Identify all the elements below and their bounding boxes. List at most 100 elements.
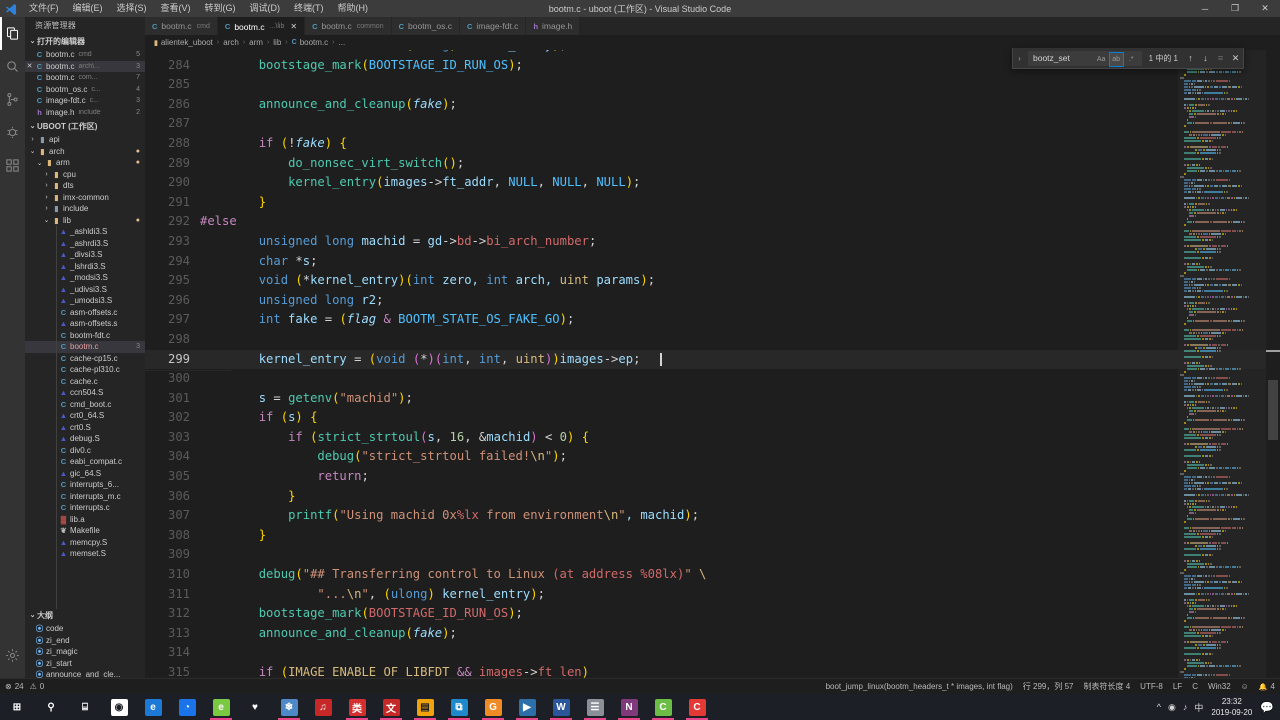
c-app-green[interactable]: C	[646, 694, 680, 720]
outline-item[interactable]: ⦿ zi_end	[25, 635, 145, 647]
minimap[interactable]	[1178, 50, 1266, 678]
word-app[interactable]: W	[544, 694, 578, 720]
code-line[interactable]: 315 if (IMAGE_ENABLE_OF_LIBFDT && images…	[145, 663, 1280, 678]
tree-file-item[interactable]: ▲ asm-offsets.s	[25, 318, 145, 330]
open-editor-item[interactable]: Cbootm.c com... 7	[25, 72, 145, 84]
match-case-icon[interactable]: Aa	[1095, 53, 1108, 66]
code-line[interactable]: 287	[145, 114, 1280, 134]
tree-file-item[interactable]: ▲ _lshrdi3.S	[25, 261, 145, 273]
code-line[interactable]: 307 printf("Using machid 0x%lx from envi…	[145, 506, 1280, 526]
status-cursor-position[interactable]: 行 299，列 57	[1018, 679, 1079, 695]
breadcrumb-segment[interactable]: arm	[249, 38, 263, 47]
netease-music[interactable]: ♫	[306, 694, 340, 720]
explorer-icon[interactable]	[0, 17, 25, 50]
code-line[interactable]: 309	[145, 545, 1280, 565]
tree-folder-item[interactable]: › ▮ cpu	[25, 169, 145, 181]
tree-file-item[interactable]: ▲ debug.S	[25, 433, 145, 445]
breadcrumb-segment[interactable]: lib	[273, 38, 281, 47]
find-previous-button[interactable]: ↑	[1183, 51, 1198, 66]
app-red[interactable]: 类	[340, 694, 374, 720]
menu-selection[interactable]: 选择(S)	[110, 0, 154, 17]
section-outline[interactable]: ⌄ 大纲	[25, 609, 145, 623]
network-icon[interactable]: ◉	[1168, 702, 1176, 713]
menu-view[interactable]: 查看(V)	[154, 0, 198, 17]
editor-tab[interactable]: Cbootm_os.c	[391, 17, 460, 35]
tree-file-item[interactable]: ▲ crt0.S	[25, 422, 145, 434]
editor-tab[interactable]: h image.h	[526, 17, 581, 35]
code-line[interactable]: 299 kernel_entry = (void (*)(int, int, u…	[145, 349, 1280, 371]
notes-app[interactable]: ☰	[578, 694, 612, 720]
source-control-icon[interactable]	[0, 83, 25, 116]
twisty-icon[interactable]: ⌄	[28, 147, 37, 155]
input-method-icon[interactable]: 中	[1194, 701, 1203, 714]
breadcrumb-segment[interactable]: Cbootm.c	[292, 38, 329, 47]
volume-icon[interactable]: ♪	[1183, 702, 1188, 712]
taskbar-clock[interactable]: 23:32 2019-09-20	[1211, 696, 1252, 718]
tree-folder-item[interactable]: › ▮ api	[25, 134, 145, 146]
close-icon[interactable]: ✕	[25, 62, 34, 70]
code-line[interactable]: 286 announce_and_cleanup(fake);	[145, 95, 1280, 115]
settings-gear-icon[interactable]	[0, 639, 25, 672]
toggle-replace-icon[interactable]: ›	[1013, 54, 1026, 63]
tree-file-item[interactable]: ▲ _umodsi3.S	[25, 295, 145, 307]
menu-terminal[interactable]: 终端(T)	[287, 0, 331, 17]
code-line[interactable]: 288 if (!fake) {	[145, 134, 1280, 154]
status-platform[interactable]: Win32	[1203, 679, 1236, 695]
tree-file-item[interactable]: ▲ crt0_64.S	[25, 410, 145, 422]
outline-item[interactable]: ⦿ zi_start	[25, 658, 145, 670]
tree-file-item[interactable]: Ccache-cp15.c	[25, 353, 145, 365]
find-input[interactable]: bootz_set Aa ab .*	[1028, 50, 1142, 67]
tree-file-item[interactable]: Cbootm-fdt.c	[25, 330, 145, 342]
twisty-icon[interactable]: ›	[42, 205, 51, 212]
code-line[interactable]: 289 do_nonsec_virt_switch();	[145, 154, 1280, 174]
status-notifications[interactable]: 🔔 4	[1254, 679, 1280, 695]
code-line[interactable]: 301 s = getenv("machid");	[145, 389, 1280, 409]
tree-file-item[interactable]: Cinterrupts_6...	[25, 479, 145, 491]
tree-file-item[interactable]: Cbootm.c 3	[25, 341, 145, 353]
code-line[interactable]: 293 unsigned long machid = gd->bd->bi_ar…	[145, 232, 1280, 252]
tree-file-item[interactable]: ▲ _ashldi3.S	[25, 226, 145, 238]
tree-folder-item[interactable]: ⌄ ▮ arm ●	[25, 157, 145, 169]
minimize-button[interactable]: ─	[1190, 0, 1220, 17]
camera-app[interactable]: ◉	[102, 694, 136, 720]
code-line[interactable]: 312 bootstage_mark(BOOTSTAGE_ID_RUN_OS);	[145, 604, 1280, 624]
outline-item[interactable]: ⦿ code	[25, 623, 145, 635]
code-line[interactable]: 313 announce_and_cleanup(fake);	[145, 624, 1280, 644]
code-line[interactable]: 305 return;	[145, 467, 1280, 487]
regex-icon[interactable]: .*	[1125, 53, 1138, 66]
copy-app[interactable]: ⧉	[442, 694, 476, 720]
chevron-up-icon[interactable]: ^	[1157, 702, 1161, 712]
search-icon[interactable]	[0, 50, 25, 83]
open-editor-item[interactable]: Cbootm_os.c c... 4	[25, 84, 145, 96]
scrollbar-thumb[interactable]	[1268, 380, 1278, 440]
tree-file-item[interactable]: Cdiv0.c	[25, 445, 145, 457]
tree-file-item[interactable]: ▲ memset.S	[25, 548, 145, 560]
section-workspace[interactable]: ⌄ UBOOT (工作区)	[25, 120, 145, 134]
ee-browser[interactable]: e	[204, 694, 238, 720]
tree-file-item[interactable]: Ccmd_boot.c	[25, 399, 145, 411]
twisty-icon[interactable]: ⌄	[35, 159, 44, 167]
code-line[interactable]: 308 }	[145, 526, 1280, 546]
qq-messenger[interactable]: ♥	[238, 694, 272, 720]
tree-folder-item[interactable]: › ▮ dts	[25, 180, 145, 192]
code-line[interactable]: 310 debug("## Transferring control to Li…	[145, 565, 1280, 585]
tree-folder-item[interactable]: › ▮ include	[25, 203, 145, 215]
tree-file-item[interactable]: Ccache.c	[25, 376, 145, 388]
notification-center-icon[interactable]: 💬	[1260, 701, 1274, 714]
status-eol[interactable]: LF	[1168, 679, 1187, 695]
vscode-app[interactable]: ▶	[510, 694, 544, 720]
wps-app[interactable]: 文	[374, 694, 408, 720]
find-in-selection-button[interactable]: ≡	[1213, 51, 1228, 66]
twisty-icon[interactable]: ⌄	[42, 216, 51, 224]
tree-folder-item[interactable]: ⌄ ▮ lib ●	[25, 215, 145, 227]
code-line[interactable]: 294 char *s;	[145, 252, 1280, 272]
tree-file-item[interactable]: ▲ _modsi3.S	[25, 272, 145, 284]
code-line[interactable]: 314	[145, 643, 1280, 663]
maximize-button[interactable]: ❐	[1220, 0, 1250, 17]
outline-item[interactable]: ⦿ announce_and_cle...	[25, 669, 145, 678]
outline-item[interactable]: ⦿ zi_magic	[25, 646, 145, 658]
tree-file-item[interactable]: ▲ _ashrdi3.S	[25, 238, 145, 250]
status-encoding[interactable]: UTF-8	[1135, 679, 1168, 695]
status-feedback-smiley-icon[interactable]: ☺	[1236, 679, 1254, 695]
code-line[interactable]: 297 int fake = (flag & BOOTM_STATE_OS_FA…	[145, 310, 1280, 330]
